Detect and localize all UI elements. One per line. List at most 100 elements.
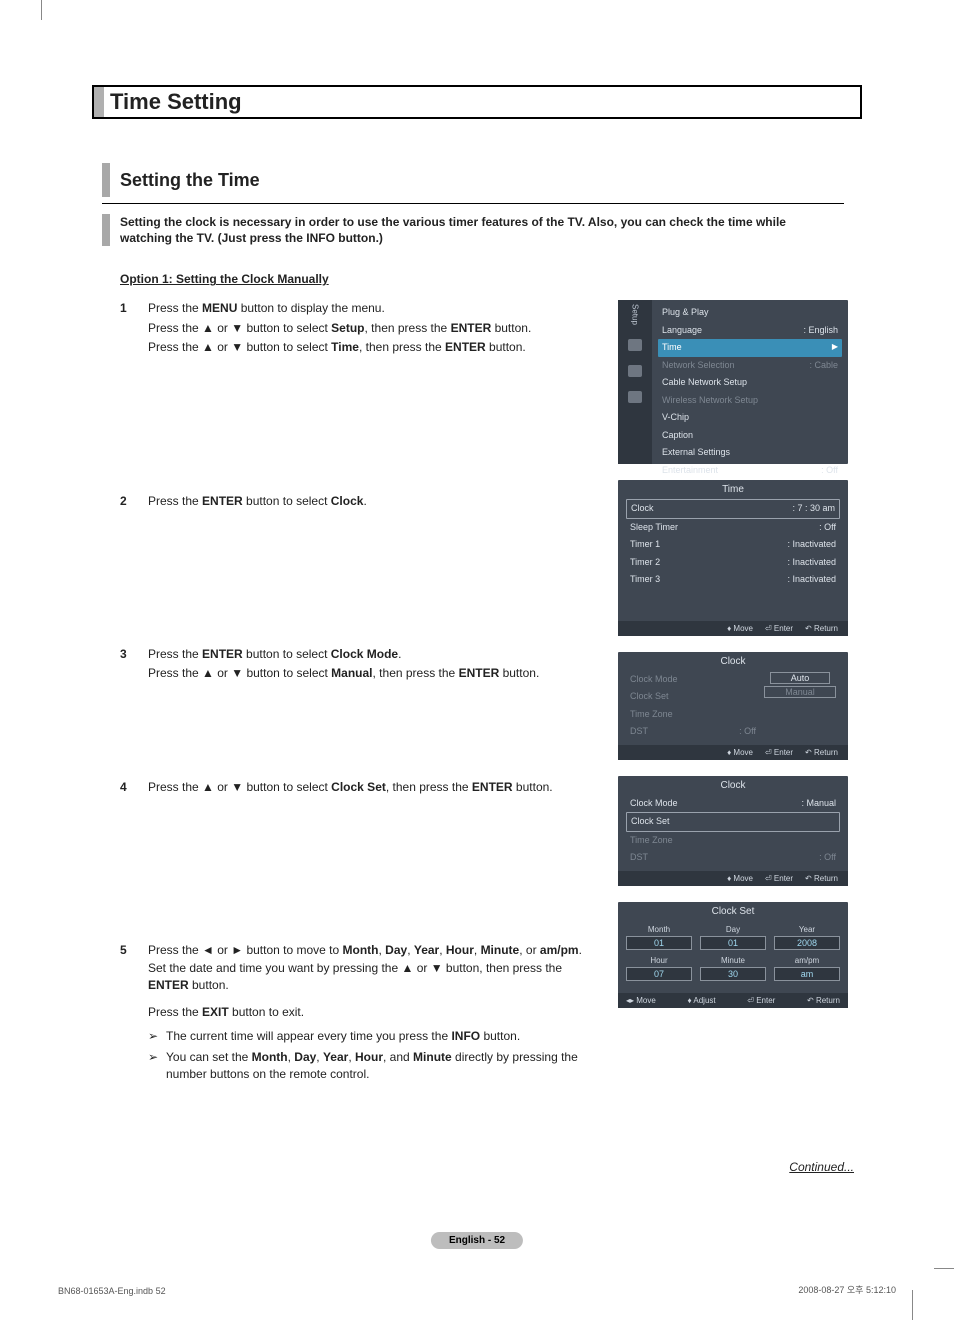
osd-option: Manual xyxy=(764,686,836,698)
step-number: 2 xyxy=(120,493,148,512)
hint-adjust: ♦ Adjust xyxy=(688,996,716,1005)
osd-clock2-list: Clock Mode: ManualClock SetTime ZoneDST:… xyxy=(618,793,848,871)
osd-row: Language: English xyxy=(658,322,842,340)
osd-clock-set-select: Clock Clock Mode: ManualClock SetTime Zo… xyxy=(618,776,848,886)
note-item: The current time will appear every time … xyxy=(148,1028,602,1045)
osd-row: External Settings xyxy=(658,444,842,462)
page-title: Time Setting xyxy=(104,89,242,115)
intro-text: Setting the clock is necessary in order … xyxy=(120,214,840,246)
clockset-row-date: Month01 Day01 Year2008 xyxy=(626,925,840,950)
clockset-cell: Day01 xyxy=(700,925,766,950)
osd-row: Cable Network Setup xyxy=(658,374,842,392)
footer-timestamp: 2008-08-27 오후 5:12:10 xyxy=(798,1283,896,1296)
hint-move: ♦ Move xyxy=(727,748,753,757)
step-number: 1 xyxy=(120,300,148,358)
hint-enter: ⏎ Enter xyxy=(765,624,793,633)
osd-row: Time Zone xyxy=(626,832,840,850)
step-2: 2 Press the ENTER button to select Clock… xyxy=(120,493,602,512)
step-body: Press the ENTER button to select Clock M… xyxy=(148,646,602,685)
section-title: Setting the Time xyxy=(120,170,260,191)
osd-row: Time xyxy=(658,339,842,357)
step-body: Press the ENTER button to select Clock. xyxy=(148,493,602,512)
osd-row: Caption xyxy=(658,427,842,445)
two-column-layout: 1 Press the MENU button to display the m… xyxy=(92,300,862,1101)
osd-row: Sleep Timer: Off xyxy=(626,519,840,537)
osd-sidebar: Setup xyxy=(618,300,652,464)
osd-time-menu: Time Clock: 7 : 30 amSleep Timer: OffTim… xyxy=(618,480,848,636)
hint-move: ♦ Move xyxy=(727,874,753,883)
osd-row: Plug & Play xyxy=(658,304,842,322)
spacer xyxy=(120,373,602,493)
steps-column: 1 Press the MENU button to display the m… xyxy=(92,300,602,1101)
hint-enter: ⏎ Enter xyxy=(765,748,793,757)
osd-row: DST: Off xyxy=(626,849,840,867)
spacer xyxy=(120,526,602,646)
osd-row: Entertainment: Off xyxy=(658,462,842,480)
section-rule xyxy=(102,203,844,204)
osd-footer: ◂▸ Move ♦ Adjust ⏎ Enter ↶ Return xyxy=(618,993,848,1008)
hint-enter: ⏎ Enter xyxy=(765,874,793,883)
footer-filename: BN68-01653A-Eng.indb 52 xyxy=(58,1286,166,1296)
osd-row: Wireless Network Setup xyxy=(658,392,842,410)
step-body: Press the ◄ or ► button to move to Month… xyxy=(148,942,602,1088)
clockset-cell: Month01 xyxy=(626,925,692,950)
step-5: 5 Press the ◄ or ► button to move to Mon… xyxy=(120,942,602,1088)
osd-title: Clock xyxy=(618,776,848,793)
step-body: Press the ▲ or ▼ button to select Clock … xyxy=(148,779,602,798)
osd-row: Network Selection: Cable xyxy=(658,357,842,375)
gear-icon xyxy=(628,339,642,351)
clockset-row-time: Hour07 Minute30 am/pmam xyxy=(626,956,840,981)
step-4: 4 Press the ▲ or ▼ button to select Cloc… xyxy=(120,779,602,798)
section-header: Setting the Time xyxy=(102,163,862,197)
osd-row: DST: Off xyxy=(626,723,760,741)
hint-return: ↶ Return xyxy=(807,996,840,1005)
osd-row: Clock Mode: Manual xyxy=(626,795,840,813)
clockset-cell: Hour07 xyxy=(626,956,692,981)
hint-return: ↶ Return xyxy=(805,874,838,883)
clockset-cell: Minute30 xyxy=(700,956,766,981)
osd-row: Timer 1: Inactivated xyxy=(626,536,840,554)
osd-row: Clock Mode xyxy=(626,671,760,689)
clockset-cell: Year2008 xyxy=(774,925,840,950)
crop-mark xyxy=(934,1268,954,1269)
osd-column: Setup Plug & PlayLanguage: EnglishTimeNe… xyxy=(618,300,848,1101)
osd-title: Clock Set xyxy=(618,902,848,919)
hint-move: ♦ Move xyxy=(727,624,753,633)
clockset-cell: am/pmam xyxy=(774,956,840,981)
osd-row: Timer 3: Inactivated xyxy=(626,571,840,589)
osd-row: V-Chip xyxy=(658,409,842,427)
title-accent xyxy=(94,87,104,117)
page: Time Setting Setting the Time Setting th… xyxy=(50,15,904,1285)
osd-clock1-options: Auto Manual xyxy=(760,671,840,741)
crop-mark xyxy=(912,1290,913,1320)
hint-enter: ⏎ Enter xyxy=(747,996,775,1005)
osd-clock1-body: Clock ModeClock SetTime ZoneDST: Off Aut… xyxy=(618,669,848,745)
continued-label: Continued... xyxy=(789,1160,854,1174)
hint-move: ◂▸ Move xyxy=(626,996,656,1005)
osd-clock-mode-menu: Clock Clock ModeClock SetTime ZoneDST: O… xyxy=(618,652,848,760)
osd-footer: ♦ Move ⏎ Enter ↶ Return xyxy=(618,621,848,636)
step-number: 4 xyxy=(120,779,148,798)
spacer xyxy=(120,812,602,942)
page-number-pill: English - 52 xyxy=(431,1232,523,1249)
content-area: Time Setting Setting the Time Setting th… xyxy=(50,15,904,1102)
intro-accent xyxy=(102,214,110,246)
step-1: 1 Press the MENU button to display the m… xyxy=(120,300,602,358)
osd-time-list: Clock: 7 : 30 amSleep Timer: OffTimer 1:… xyxy=(618,497,848,593)
osd-option: Auto xyxy=(770,672,831,684)
osd-clock1-left: Clock ModeClock SetTime ZoneDST: Off xyxy=(626,671,760,741)
note-item: You can set the Month, Day, Year, Hour, … xyxy=(148,1049,602,1084)
step-3: 3 Press the ENTER button to select Clock… xyxy=(120,646,602,685)
section-accent xyxy=(102,163,110,197)
option-heading: Option 1: Setting the Clock Manually xyxy=(120,272,862,286)
osd-footer: ♦ Move ⏎ Enter ↶ Return xyxy=(618,745,848,760)
pc-icon xyxy=(628,391,642,403)
osd-row: Timer 2: Inactivated xyxy=(626,554,840,572)
intro-block: Setting the clock is necessary in order … xyxy=(102,214,862,246)
notes-list: The current time will appear every time … xyxy=(148,1028,602,1084)
osd-setup-menu: Setup Plug & PlayLanguage: EnglishTimeNe… xyxy=(618,300,848,464)
osd-row: Clock Set xyxy=(626,812,840,832)
osd-title: Clock xyxy=(618,652,848,669)
hint-return: ↶ Return xyxy=(805,624,838,633)
step-number: 5 xyxy=(120,942,148,1088)
